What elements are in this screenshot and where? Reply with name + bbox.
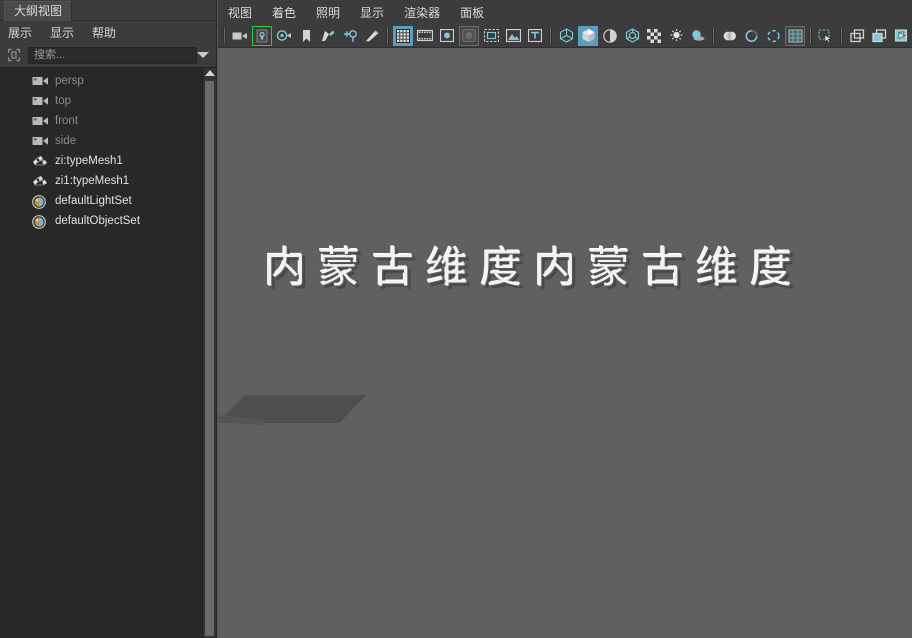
outliner-item-defaultlightset[interactable]: defaultLightSet [0,191,202,211]
outliner-item-label: side [55,135,77,147]
texture-toggle-icon[interactable] [644,26,664,46]
tab-outliner[interactable]: 大纲视图 [4,1,73,21]
outliner-menu-help[interactable]: 帮助 [92,24,116,41]
toolbar-separator [809,28,812,43]
xray-active-icon[interactable] [891,26,911,46]
camera-icon [32,95,49,108]
outliner-scrollbar[interactable] [202,68,216,638]
multisample-icon[interactable] [763,26,783,46]
camera-icon [32,135,49,148]
scene-text-3d: 内蒙古维度内蒙古维度 [264,243,805,292]
film-gate-toggle-icon[interactable] [415,26,435,46]
outliner-menubar: 展示 显示 帮助 [0,21,216,43]
viewport-menu-renderer[interactable]: 渲染器 [404,4,440,21]
mesh-icon [32,175,49,188]
outliner-item-persp[interactable]: persp [0,71,202,91]
viewport-toolbar [218,24,912,48]
outliner-item-side[interactable]: side [0,131,202,151]
outliner-item-label: defaultObjectSet [55,215,141,227]
viewport-menu-panels[interactable]: 面板 [460,4,484,21]
camera-icon [32,75,49,88]
bookmark-icon[interactable] [296,26,316,46]
viewport-menu-view[interactable]: 视图 [228,4,252,21]
outliner-item-zi-typemesh1[interactable]: zi:typeMesh1 [0,151,202,171]
outliner-item-top[interactable]: top [0,91,202,111]
search-input[interactable]: 搜索... [28,46,197,64]
toolbar-separator [223,28,226,43]
screen-space-ao-icon[interactable] [719,26,739,46]
image-plane-icon[interactable] [503,26,523,46]
motion-blur-icon[interactable] [741,26,761,46]
mesh-icon [32,155,49,168]
smooth-shade-icon[interactable] [578,25,598,46]
camera-attributes-icon[interactable] [274,26,294,46]
depth-of-field-icon[interactable] [785,25,805,46]
outliner-item-defaultobjectset[interactable]: defaultObjectSet [0,211,202,231]
viewport-3d[interactable]: 内蒙古维度内蒙古维度 [218,48,912,638]
outliner-item-label: persp [55,75,84,87]
outliner-item-label: zi:typeMesh1 [55,155,123,167]
outliner-search-row: 搜索... [0,43,216,67]
outliner-item-label: front [55,115,79,127]
toolbar-separator [549,28,552,43]
maya-window: 大纲视图 展示 显示 帮助 搜索... persp top front side… [0,0,912,638]
viewport-panel: 视图 着色 照明 显示 渲染器 面板 内蒙古维度内蒙古维度 [217,0,912,638]
viewport-menu-shading[interactable]: 着色 [272,4,296,21]
outliner-item-zi1-typemesh1[interactable]: zi1:typeMesh1 [0,171,202,191]
safe-action-icon[interactable] [459,25,479,46]
isolate-select-icon[interactable] [816,26,836,46]
lighting-icon[interactable] [666,26,686,46]
outliner-panel: 大纲视图 展示 显示 帮助 搜索... persp top front side… [0,0,217,638]
resolution-gate-icon[interactable] [340,26,360,46]
flat-shade-icon[interactable] [600,26,620,46]
outliner-item-label: zi1:typeMesh1 [55,175,130,187]
text-toggle-icon[interactable] [525,26,545,46]
grid-toggle-icon[interactable] [393,25,413,46]
search-placeholder: 搜索... [34,49,66,61]
chevron-down-icon[interactable] [197,52,209,58]
outliner-menu-display[interactable]: 展示 [8,24,32,41]
scrollbar-thumb[interactable] [205,81,214,636]
set-icon [32,194,49,209]
viewport-menubar: 视图 着色 照明 显示 渲染器 面板 [218,0,912,24]
shadows-icon[interactable] [688,26,708,46]
outliner-menu-show[interactable]: 显示 [50,24,74,41]
lock-camera-icon[interactable] [252,25,272,46]
outliner-list[interactable]: persp top front side zi:typeMesh1 zi1:typeMes… [0,67,216,638]
outliner-rows: persp top front side zi:typeMesh1 zi1:typeMes… [0,68,202,638]
field-chart-icon[interactable] [437,26,457,46]
wireframe-icon[interactable] [556,26,576,46]
viewport-menu-lighting[interactable]: 照明 [316,4,340,21]
scroll-up-icon[interactable] [204,70,215,76]
outliner-item-label: top [55,95,71,107]
outliner-item-label: defaultLightSet [55,195,132,207]
set-icon [32,214,49,229]
toolbar-separator [386,28,389,43]
xray-icon[interactable] [847,26,867,46]
outliner-item-front[interactable]: front [0,111,202,131]
xray-joints-icon[interactable] [869,26,889,46]
select-camera-icon[interactable] [230,26,250,46]
film-gate-icon[interactable] [362,26,382,46]
viewport-menu-show[interactable]: 显示 [360,4,384,21]
toolbar-separator [712,28,715,43]
safe-title-icon[interactable] [481,26,501,46]
camera-icon [32,115,49,128]
outliner-tabbar: 大纲视图 [0,0,216,21]
toolbar-separator [840,28,843,43]
grease-pencil-icon[interactable] [318,26,338,46]
filter-icon[interactable] [6,47,22,63]
shaded-wireframe-icon[interactable] [622,26,642,46]
